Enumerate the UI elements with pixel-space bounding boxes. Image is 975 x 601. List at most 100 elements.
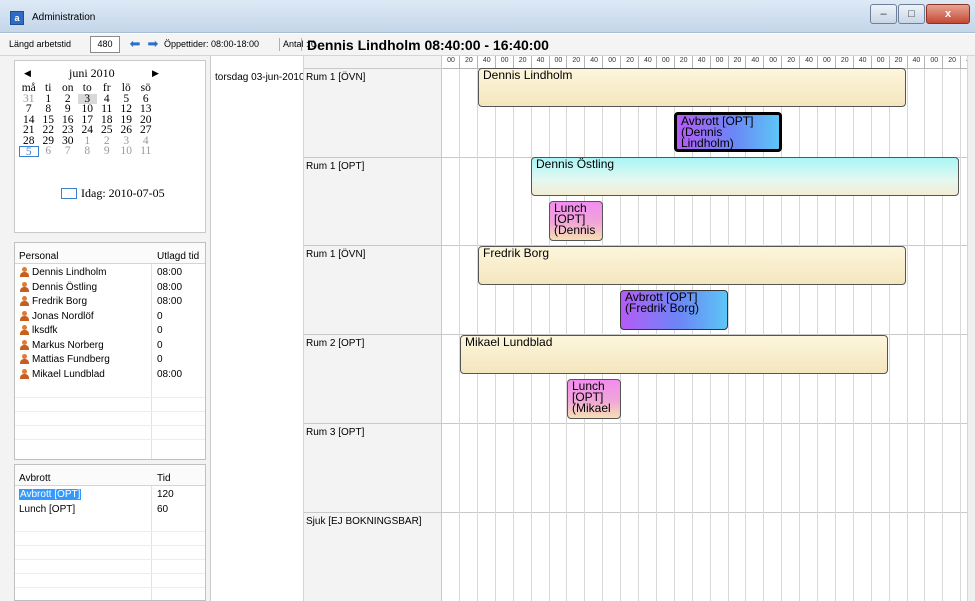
person-icon bbox=[20, 354, 29, 364]
calendar-day[interactable]: 7 bbox=[19, 104, 39, 115]
booking-subtitle: Lindholm) bbox=[681, 136, 734, 150]
person-icon bbox=[20, 296, 29, 306]
weekday-row: må ti on to fr lö sö bbox=[19, 83, 156, 94]
calendar-day[interactable]: 25 bbox=[97, 125, 117, 136]
left-panel: ◀ juni 2010 ▶ må ti on to fr lö sö 31 1 … bbox=[0, 56, 210, 601]
calendar-day[interactable]: 21 bbox=[19, 125, 39, 136]
personal-row[interactable]: Jonas Nordlöf 0 bbox=[15, 310, 205, 325]
personal-row[interactable]: Dennis Östling 08:00 bbox=[15, 281, 205, 296]
time-tick-label: 20 bbox=[840, 57, 849, 64]
personal-row[interactable]: Markus Norberg 0 bbox=[15, 339, 205, 354]
booking-block[interactable]: Avbrott [OPT] (Fredrik Borg) bbox=[620, 290, 728, 330]
time-tick-label: 00 bbox=[876, 57, 885, 64]
personal-row[interactable]: Dennis Lindholm 08:00 bbox=[15, 266, 205, 281]
today-link[interactable]: Idag: 2010-07-05 bbox=[81, 186, 165, 201]
weekday-label: fr bbox=[102, 82, 111, 94]
row-divider bbox=[15, 573, 205, 574]
time-grid-line bbox=[906, 69, 908, 601]
booking-block[interactable]: Dennis Östling bbox=[531, 157, 959, 196]
calendar-day[interactable]: 7 bbox=[58, 146, 78, 157]
personal-grid: Personal Utlagd tid Dennis Lindholm 08:0… bbox=[14, 242, 206, 460]
time-grid-line bbox=[924, 69, 926, 601]
personal-row[interactable]: Mikael Lundblad 08:00 bbox=[15, 368, 205, 383]
booking-block-selected[interactable]: Avbrott [OPT] (Dennis Lindholm) bbox=[674, 112, 782, 152]
calendar-day[interactable]: 9 bbox=[97, 146, 117, 157]
calendar-day[interactable]: 13 bbox=[136, 104, 156, 115]
toolbar-divider bbox=[279, 38, 280, 51]
selected-booking-heading: Dennis Lindholm 08:40:00 - 16:40:00 bbox=[307, 37, 549, 53]
calendar-day[interactable]: 26 bbox=[117, 125, 137, 136]
vertical-scrollbar[interactable] bbox=[967, 56, 975, 601]
personal-row[interactable]: lksdfk 0 bbox=[15, 324, 205, 339]
close-button[interactable]: x bbox=[926, 4, 970, 24]
arrow-left-icon[interactable]: ⬅ bbox=[128, 37, 142, 51]
calendar-day[interactable]: 27 bbox=[136, 125, 156, 136]
booking-subtitle: (Dennis bbox=[554, 223, 596, 237]
calendar-next-icon[interactable]: ▶ bbox=[152, 68, 159, 79]
week-row: 5 6 7 8 9 10 11 bbox=[19, 146, 156, 157]
personal-row[interactable]: Fredrik Borg 08:00 bbox=[15, 295, 205, 310]
person-name: Fredrik Borg bbox=[32, 296, 88, 307]
personal-col-time[interactable]: Utlagd tid bbox=[157, 251, 199, 262]
work-length-label: Längd arbetstid bbox=[9, 39, 72, 49]
calendar-prev-icon[interactable]: ◀ bbox=[24, 68, 31, 79]
time-tick-divider bbox=[459, 56, 460, 68]
calendar-day[interactable]: 28 bbox=[19, 135, 39, 147]
calendar-day[interactable]: 9 bbox=[58, 104, 78, 115]
booking-block[interactable]: Mikael Lundblad bbox=[460, 335, 888, 374]
calendar-day[interactable]: 8 bbox=[78, 146, 98, 157]
time-grid-line bbox=[960, 69, 962, 601]
row-divider bbox=[15, 531, 205, 532]
booking-block[interactable]: Fredrik Borg bbox=[478, 246, 906, 285]
booking-title: Dennis Lindholm bbox=[483, 68, 573, 82]
calendar-day[interactable]: 8 bbox=[39, 104, 59, 115]
avbrott-col-time[interactable]: Tid bbox=[157, 473, 171, 484]
person-name: Mattias Fundberg bbox=[32, 354, 110, 365]
booking-subtitle: (Fredrik Borg) bbox=[625, 301, 700, 315]
time-tick-label: 00 bbox=[930, 57, 939, 64]
time-tick-label: 40 bbox=[697, 57, 706, 64]
room-label: Rum 2 [OPT] bbox=[306, 338, 365, 349]
calendar-day[interactable]: 24 bbox=[78, 125, 98, 136]
maximize-button[interactable]: □ bbox=[898, 4, 925, 24]
calendar-grid: må ti on to fr lö sö 31 1 2 3 4 5 6 7 8 … bbox=[19, 83, 156, 157]
time-tick-label: 40 bbox=[751, 57, 760, 64]
avbrott-row[interactable]: Lunch [OPT] 60 bbox=[15, 503, 205, 518]
work-length-input[interactable]: 480 bbox=[90, 36, 120, 53]
person-name: Dennis Lindholm bbox=[32, 267, 107, 278]
calendar-day[interactable]: 23 bbox=[58, 125, 78, 136]
time-tick-label: 00 bbox=[769, 57, 778, 64]
time-tick-label: 20 bbox=[518, 57, 527, 64]
avbrott-row[interactable]: Avbrott [OPT] 120 bbox=[15, 488, 205, 503]
personal-row[interactable]: Mattias Fundberg 0 bbox=[15, 353, 205, 368]
personal-header: Personal Utlagd tid bbox=[15, 243, 205, 264]
booking-block[interactable]: Lunch [OPT] (Dennis bbox=[549, 201, 603, 241]
booking-block[interactable]: Dennis Lindholm bbox=[478, 68, 906, 107]
person-icon bbox=[20, 325, 29, 335]
calendar-day[interactable]: 22 bbox=[39, 125, 59, 136]
room-label: Rum 1 [ÖVN] bbox=[306, 72, 366, 83]
booking-title: Dennis Östling bbox=[536, 157, 615, 171]
personal-col-name[interactable]: Personal bbox=[19, 251, 58, 262]
calendar-day[interactable]: 11 bbox=[136, 146, 156, 157]
calendar-day-today[interactable]: 5 bbox=[19, 146, 39, 157]
weekday-label: ti bbox=[45, 82, 52, 94]
open-hours-label: Öppettider: 08:00-18:00 bbox=[164, 39, 260, 49]
arrow-right-icon[interactable]: ➡ bbox=[146, 37, 160, 51]
calendar-day[interactable]: 12 bbox=[117, 104, 137, 115]
month-calendar: ◀ juni 2010 ▶ må ti on to fr lö sö 31 1 … bbox=[14, 60, 206, 233]
time-grid-line bbox=[942, 69, 944, 601]
booking-block[interactable]: Lunch [OPT] (Mikael bbox=[567, 379, 621, 419]
minimize-button[interactable]: – bbox=[870, 4, 897, 24]
avbrott-col-name[interactable]: Avbrott bbox=[19, 473, 51, 484]
time-tick-label: 00 bbox=[447, 57, 455, 64]
time-tick-label: 00 bbox=[554, 57, 563, 64]
time-tick-label: 20 bbox=[733, 57, 742, 64]
calendar-day[interactable]: 11 bbox=[97, 104, 117, 115]
calendar-day[interactable]: 10 bbox=[78, 104, 98, 115]
calendar-day[interactable]: 10 bbox=[117, 146, 137, 157]
time-tick-label: 20 bbox=[894, 57, 903, 64]
time-tick-label: 20 bbox=[626, 57, 634, 64]
avbrott-name: Avbrott [OPT] bbox=[19, 489, 82, 500]
calendar-day[interactable]: 6 bbox=[39, 146, 59, 157]
